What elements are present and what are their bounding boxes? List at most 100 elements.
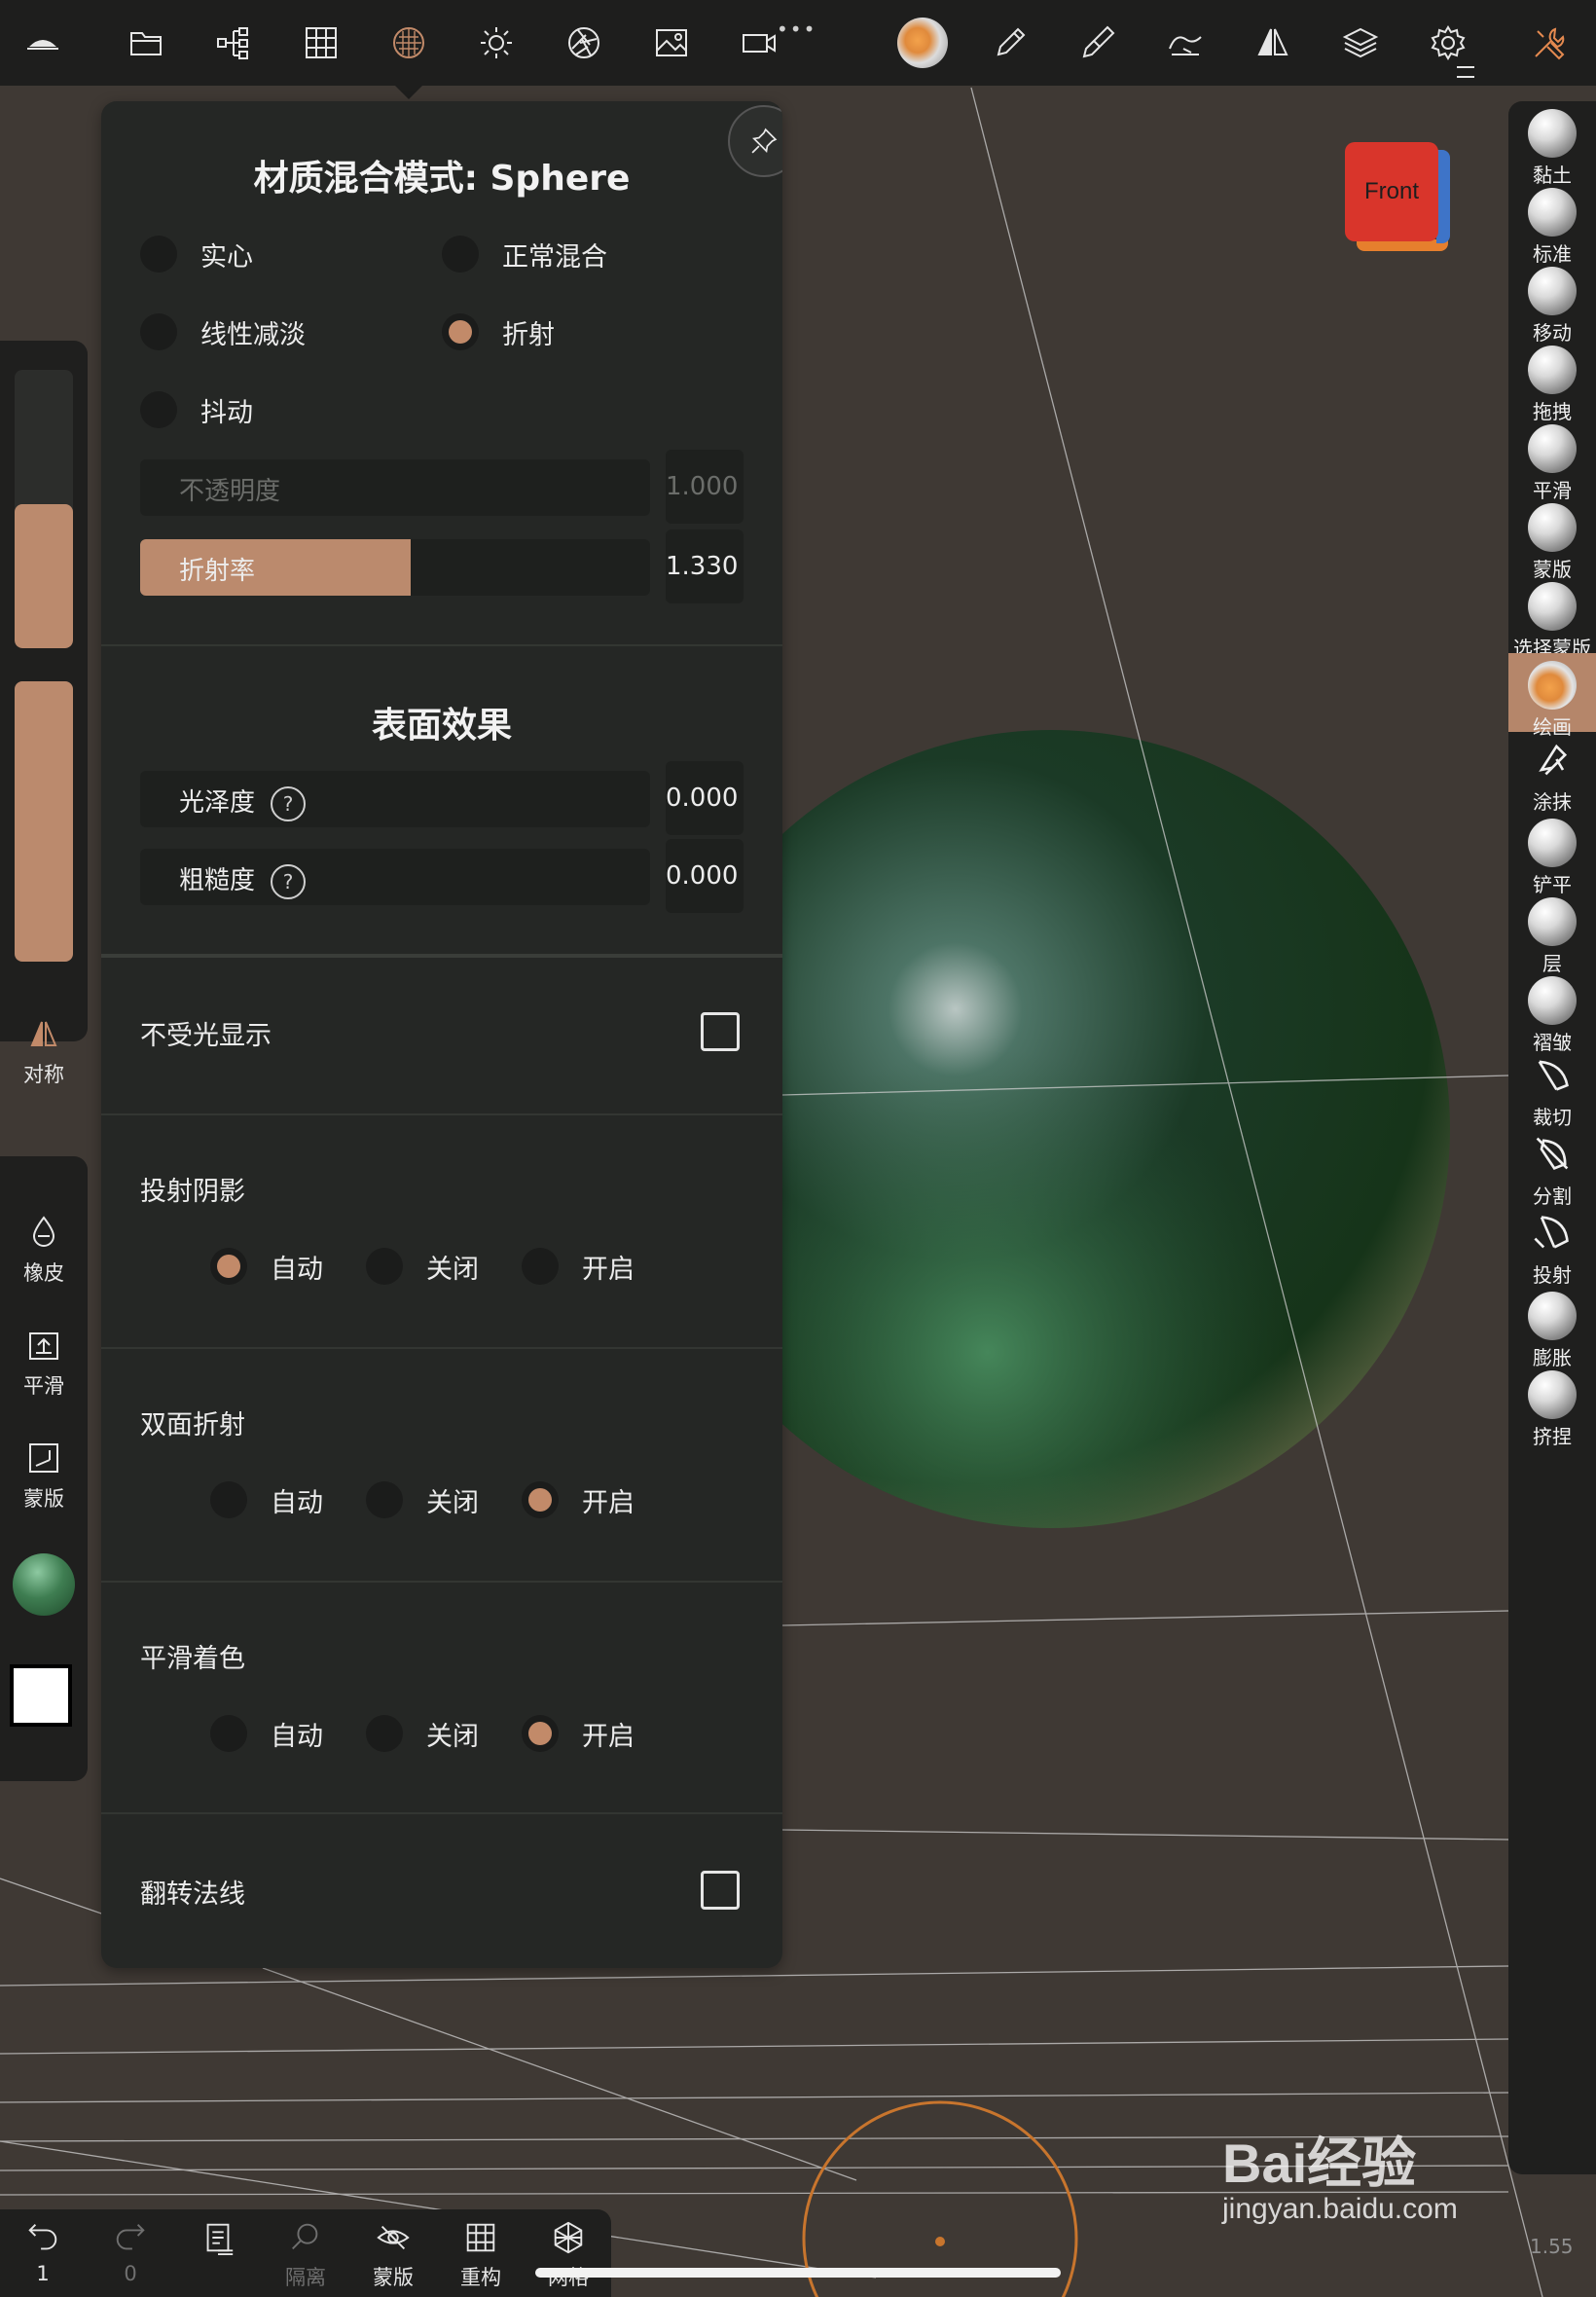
layers-icon[interactable] xyxy=(1331,14,1390,72)
cast-shadow-option[interactable]: 自动 xyxy=(210,1242,323,1291)
material-icon[interactable] xyxy=(380,14,438,72)
settings-icon[interactable] xyxy=(1419,14,1477,72)
double-refraction-radio[interactable] xyxy=(522,1481,559,1518)
watermark-url: jingyan.baidu.com xyxy=(1222,2193,1458,2225)
color-swatch[interactable] xyxy=(10,1664,72,1727)
double-refraction-option-label: 自动 xyxy=(271,1487,323,1518)
cast-shadow-option[interactable]: 关闭 xyxy=(366,1242,479,1291)
notes-button[interactable] xyxy=(179,2219,257,2260)
divider xyxy=(101,644,782,646)
gloss-value[interactable]: 0.000 xyxy=(666,761,744,835)
blend-additive-radio[interactable] xyxy=(140,313,177,350)
light-icon[interactable] xyxy=(467,14,526,72)
tool-17[interactable]: 挤捏 xyxy=(1508,1363,1596,1448)
smooth-shading-radio[interactable] xyxy=(522,1715,559,1752)
flip-normals-checkbox[interactable] xyxy=(701,1871,740,1910)
mask-visibility-button[interactable]: 蒙版 xyxy=(354,2219,432,2291)
tool-16[interactable]: 膨胀 xyxy=(1508,1284,1596,1369)
smooth-shading-option[interactable]: 开启 xyxy=(522,1709,635,1758)
tool-9[interactable]: 涂抹 xyxy=(1508,732,1596,814)
mirror-icon[interactable] xyxy=(1244,14,1302,72)
blend-dither-radio[interactable] xyxy=(140,391,177,428)
roughness-slider[interactable]: 粗糙度? xyxy=(140,849,650,905)
tool-13[interactable]: 裁切 xyxy=(1508,1047,1596,1129)
pen-icon[interactable] xyxy=(981,14,1039,72)
view-cube-label: Front xyxy=(1363,178,1419,204)
cast-shadow-option[interactable]: 开启 xyxy=(522,1242,635,1291)
brush-radius-slider[interactable] xyxy=(15,370,73,648)
logo-icon[interactable] xyxy=(14,14,72,72)
view-cube-front-face[interactable]: Front xyxy=(1345,142,1438,241)
blend-dither-option[interactable]: 抖动 xyxy=(140,385,253,434)
material-preview-ball[interactable] xyxy=(13,1553,75,1616)
smooth-shading-radio[interactable] xyxy=(366,1715,403,1752)
tool-12[interactable]: 褶皱 xyxy=(1508,968,1596,1054)
tool-10[interactable]: 铲平 xyxy=(1508,811,1596,896)
tool-15[interactable]: 投射 xyxy=(1508,1205,1596,1287)
roughness-value[interactable]: 0.000 xyxy=(666,839,744,913)
view-cube[interactable]: Front xyxy=(1345,142,1450,251)
eraser-button[interactable]: 橡皮 xyxy=(0,1213,88,1287)
tool-8[interactable]: 绘画 xyxy=(1508,653,1596,739)
brush-intensity-slider[interactable] xyxy=(15,681,73,962)
remesh-button[interactable]: 重构 xyxy=(442,2219,520,2291)
unlit-checkbox[interactable] xyxy=(701,1012,740,1051)
double-refraction-title: 双面折射 xyxy=(140,1410,245,1440)
divider xyxy=(101,1347,782,1349)
double-refraction-radio[interactable] xyxy=(210,1481,247,1518)
isolate-button[interactable]: 隔离 xyxy=(267,2219,345,2291)
blend-normal-option[interactable]: 正常混合 xyxy=(442,230,607,278)
paint-ball-icon[interactable] xyxy=(893,14,952,72)
smooth-button[interactable]: 平滑 xyxy=(0,1326,88,1400)
redo-button[interactable]: 0 xyxy=(91,2219,169,2285)
double-refraction-option[interactable]: 自动 xyxy=(210,1476,323,1524)
double-refraction-option[interactable]: 关闭 xyxy=(366,1476,479,1524)
blend-refraction-option[interactable]: 折射 xyxy=(442,308,555,356)
redo-icon xyxy=(116,2224,145,2250)
grid-icon[interactable] xyxy=(292,14,350,72)
tool-4[interactable]: 拖拽 xyxy=(1508,338,1596,423)
camera-aperture-icon[interactable] xyxy=(555,14,613,72)
blend-additive-option[interactable]: 线性减淡 xyxy=(140,308,306,356)
tool-11[interactable]: 层 xyxy=(1508,890,1596,975)
symmetry-icon xyxy=(30,1021,57,1046)
refraction-slider[interactable]: 折射率 xyxy=(140,539,650,596)
cast-shadow-radio[interactable] xyxy=(522,1248,559,1285)
tool-2[interactable]: 标准 xyxy=(1508,180,1596,266)
double-refraction-option[interactable]: 开启 xyxy=(522,1476,635,1524)
smooth-shading-option[interactable]: 自动 xyxy=(210,1709,323,1758)
smooth-shading-option[interactable]: 关闭 xyxy=(366,1709,479,1758)
blend-refraction-radio[interactable] xyxy=(442,313,479,350)
undo-button[interactable]: 1 xyxy=(4,2219,82,2285)
cast-shadow-radio[interactable] xyxy=(366,1248,403,1285)
tool-1[interactable]: 黏土 xyxy=(1508,101,1596,187)
scene-tree-icon[interactable] xyxy=(204,14,263,72)
divider xyxy=(101,1812,782,1814)
gloss-slider[interactable]: 光泽度? xyxy=(140,771,650,827)
blend-solid-radio[interactable] xyxy=(140,236,177,273)
curve-icon[interactable] xyxy=(1156,14,1215,72)
tool-6[interactable]: 蒙版 xyxy=(1508,495,1596,581)
tools-icon[interactable] xyxy=(1520,14,1578,72)
tool-3[interactable]: 移动 xyxy=(1508,259,1596,345)
blend-normal-radio[interactable] xyxy=(442,236,479,273)
tool-7[interactable]: 选择蒙版 xyxy=(1508,574,1596,660)
tool-5[interactable]: 平滑 xyxy=(1508,417,1596,502)
more-dots-icon[interactable]: ••• xyxy=(777,18,816,41)
gloss-help-icon[interactable]: ? xyxy=(271,785,307,821)
folder-icon[interactable] xyxy=(117,14,175,72)
image-icon[interactable] xyxy=(642,14,701,72)
blend-solid-option[interactable]: 实心 xyxy=(140,230,253,278)
refraction-value[interactable]: 1.330 xyxy=(666,529,744,603)
mask-button[interactable]: 蒙版 xyxy=(0,1439,88,1513)
double-refraction-radio[interactable] xyxy=(366,1481,403,1518)
smooth-shading-radio[interactable] xyxy=(210,1715,247,1752)
tool-14[interactable]: 分割 xyxy=(1508,1126,1596,1208)
wireframe-button[interactable]: 网格 xyxy=(529,2219,607,2291)
cast-shadow-title: 投射阴影 xyxy=(140,1177,245,1207)
symmetry-button[interactable]: 对称 xyxy=(0,1014,88,1088)
roughness-help-icon[interactable]: ? xyxy=(271,863,307,899)
tool-ball-icon xyxy=(1528,582,1577,631)
brush-icon[interactable] xyxy=(1069,14,1127,72)
cast-shadow-radio[interactable] xyxy=(210,1248,247,1285)
